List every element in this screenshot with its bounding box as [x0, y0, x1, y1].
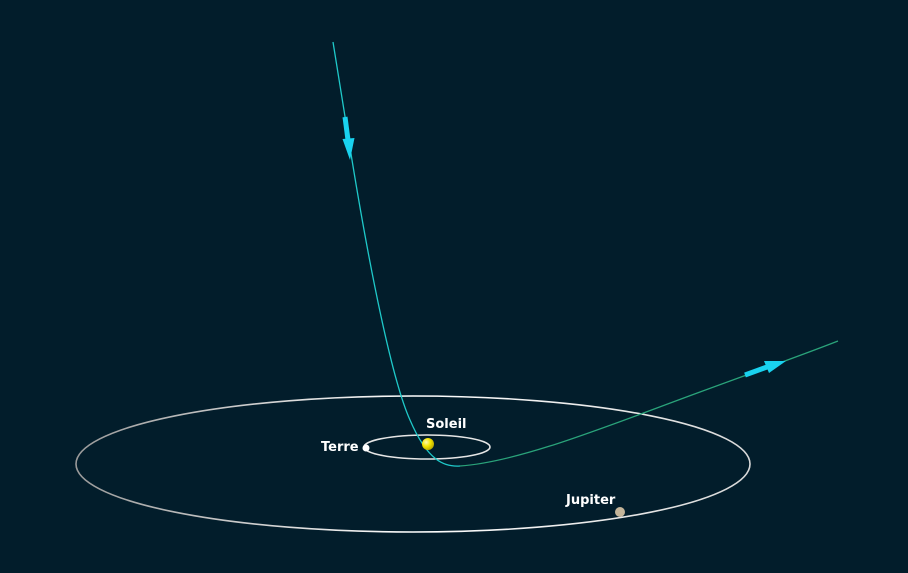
jupiter-orbit	[75, 395, 751, 533]
jupiter-label: Jupiter	[565, 493, 616, 508]
outgoing-direction-arrow	[744, 361, 786, 378]
trajectory-diagram: Soleil Terre Jupiter	[75, 41, 839, 533]
earth-label: Terre	[321, 440, 359, 455]
outgoing-trajectory	[459, 340, 839, 467]
incoming-trajectory	[332, 41, 461, 467]
jupiter-icon	[615, 507, 625, 517]
sun-icon	[422, 438, 434, 450]
earth-icon	[362, 444, 370, 452]
incoming-direction-arrow	[342, 116, 355, 160]
sun-label: Soleil	[426, 417, 466, 432]
